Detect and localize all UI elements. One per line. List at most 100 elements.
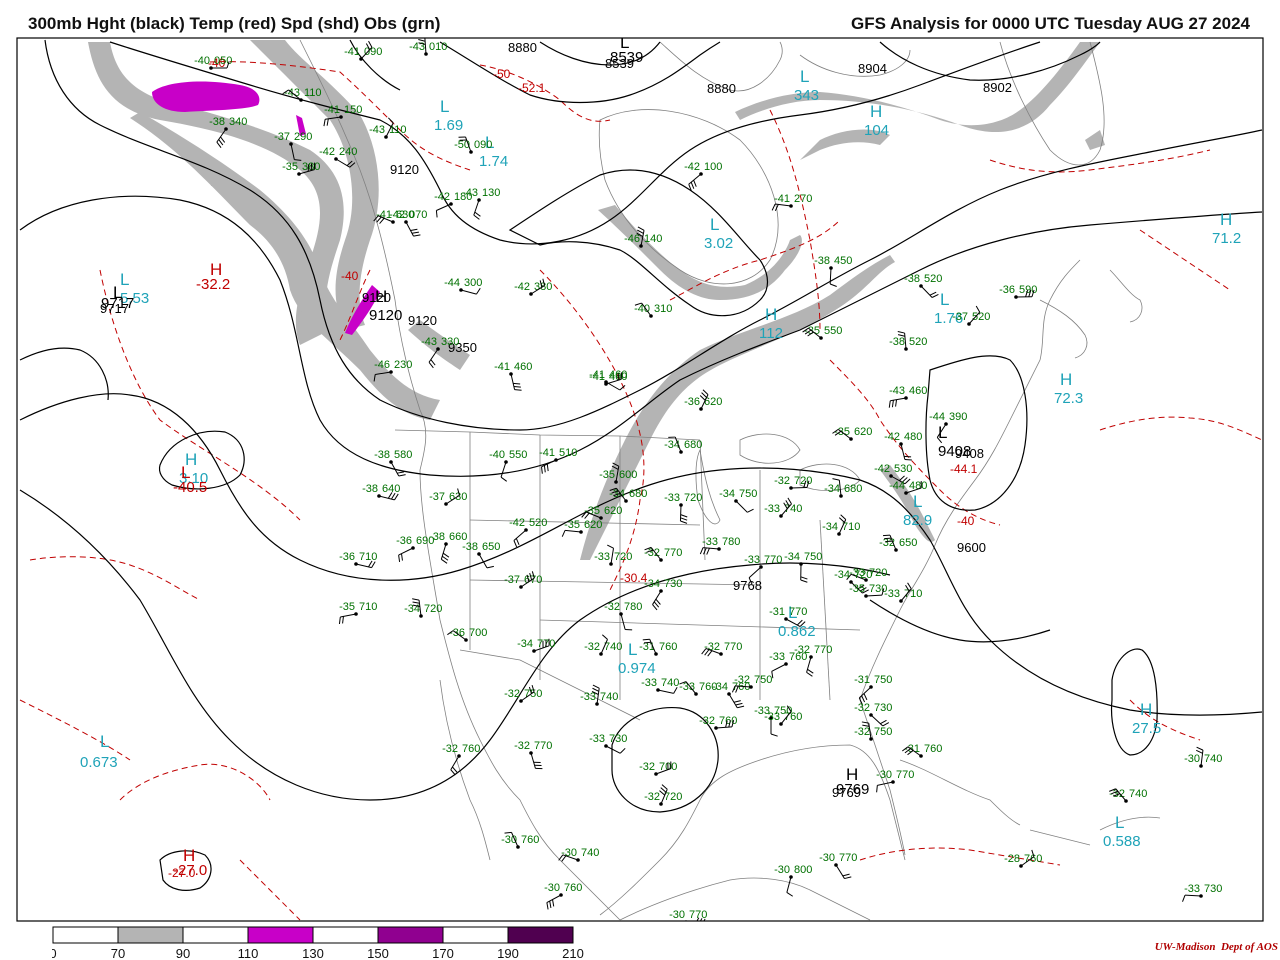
obs-temp: -35 (282, 161, 298, 173)
obs-temp: -33 (744, 554, 760, 566)
extremum-value: 0.588 (1103, 833, 1141, 850)
obs-height: 720 (854, 569, 872, 581)
obs-height: 730 (664, 578, 682, 590)
obs-height: 310 (654, 303, 672, 315)
obs-temp: -32 (584, 641, 600, 653)
obs-height: 460 (909, 385, 927, 397)
obs-temp: -37 (952, 311, 968, 323)
obs-temp: -31 (854, 674, 870, 686)
obs-height: 800 (794, 864, 812, 876)
colorbar-tick-label: 190 (497, 946, 519, 960)
extremum-low-letter: L (938, 423, 947, 442)
extremum-value: 71.2 (1212, 230, 1241, 247)
obs-temp: -38 (429, 531, 445, 543)
obs-height: 450 (834, 255, 852, 267)
obs-temp: -32 (774, 475, 790, 487)
obs-height: 750 (804, 551, 822, 563)
colorbar-box (377, 926, 444, 944)
colorbar-box (52, 926, 119, 944)
obs-temp: -41 (324, 104, 340, 116)
obs-height: 760 (924, 743, 942, 755)
extremum-low-letter: L (800, 67, 809, 86)
colorbar-box (442, 926, 509, 944)
extremum-low-letter: L (710, 215, 719, 234)
height-contour-label: 9120 (408, 313, 437, 328)
obs-temp: -34 (822, 521, 838, 533)
obs-temp: -41 (494, 361, 510, 373)
obs-height: 290 (294, 131, 312, 143)
height-contour-label: 8902 (983, 80, 1012, 95)
obs-temp: -35 (584, 505, 600, 517)
obs-height: 520 (924, 273, 942, 285)
obs-height: 090 (364, 46, 382, 58)
obs-temp: -32 (734, 674, 750, 686)
colorbar-box (117, 926, 184, 944)
obs-height: 230 (394, 359, 412, 371)
obs-height: 780 (624, 601, 642, 613)
obs-temp: -38 (814, 255, 830, 267)
obs-temp: -42 (434, 191, 450, 203)
colorbar-box (182, 926, 249, 944)
extremum-value: 112 (759, 325, 783, 342)
obs-temp: -33 (580, 691, 596, 703)
obs-temp: -43 (421, 336, 437, 348)
obs-temp: -34 (644, 578, 660, 590)
obs-height: 760 (699, 681, 717, 693)
extremum-value: 9769 (836, 781, 869, 798)
obs-temp: -38 (462, 541, 478, 553)
colorbar-tick-label: 170 (432, 946, 454, 960)
obs-temp: -40 (489, 449, 505, 461)
obs-temp: -30 (819, 852, 835, 864)
obs-height: 620 (854, 426, 872, 438)
extremum-value: 1.69 (434, 117, 463, 134)
obs-height: 300 (464, 277, 482, 289)
obs-temp: -34 (664, 439, 680, 451)
obs-height: 650 (482, 541, 500, 553)
obs-temp: -33 (664, 492, 680, 504)
extremum-high-letter: H (1060, 370, 1072, 389)
extremum-low-letter: L (628, 640, 637, 659)
obs-height: 100 (704, 161, 722, 173)
obs-temp: -42 (509, 517, 525, 529)
obs-temp: -33 (1184, 883, 1200, 895)
temp-contour-label: -44.1 (950, 462, 978, 476)
obs-temp: -32 (854, 702, 870, 714)
obs-temp: -36 (684, 396, 700, 408)
obs-height: 330 (441, 336, 459, 348)
obs-temp: -33 (884, 588, 900, 600)
obs-height: 630 (449, 491, 467, 503)
height-contour-label: 8880 (508, 40, 537, 55)
obs-height: 680 (629, 488, 647, 500)
obs-temp: -30 (1184, 753, 1200, 765)
extremum-value: -27.0 (173, 862, 207, 879)
station-obs: -30 770 (669, 909, 707, 921)
obs-temp: -43 (409, 41, 425, 53)
wind-barb-feather (643, 641, 652, 644)
obs-temp: -31 (769, 606, 785, 618)
obs-temp: -33 (641, 677, 657, 689)
height-contour-label: 8880 (707, 81, 736, 96)
obs-temp: -43 (462, 187, 478, 199)
extremum-high-letter: H (1220, 210, 1232, 229)
extremum-value: 9120 (369, 307, 402, 324)
obs-temp: -36 (999, 284, 1015, 296)
obs-temp: -32 (699, 715, 715, 727)
wind-barb (679, 504, 682, 522)
obs-temp: -38 (209, 116, 225, 128)
obs-temp: -32 (794, 644, 810, 656)
obs-temp: -34 (719, 488, 735, 500)
obs-height: 770 (534, 740, 552, 752)
obs-height: 620 (584, 519, 602, 531)
obs-height: 760 (659, 641, 677, 653)
obs-temp: -32 (514, 740, 530, 752)
obs-height: 240 (339, 146, 357, 158)
obs-temp: -46 (624, 233, 640, 245)
obs-height: 770 (814, 644, 832, 656)
obs-height: 480 (909, 480, 927, 492)
obs-temp: -42 (514, 281, 530, 293)
obs-height: 760 (521, 834, 539, 846)
obs-temp: -43 (369, 124, 385, 136)
obs-height: 530 (894, 463, 912, 475)
obs-height: 510 (559, 447, 577, 459)
obs-height: 770 (664, 547, 682, 559)
